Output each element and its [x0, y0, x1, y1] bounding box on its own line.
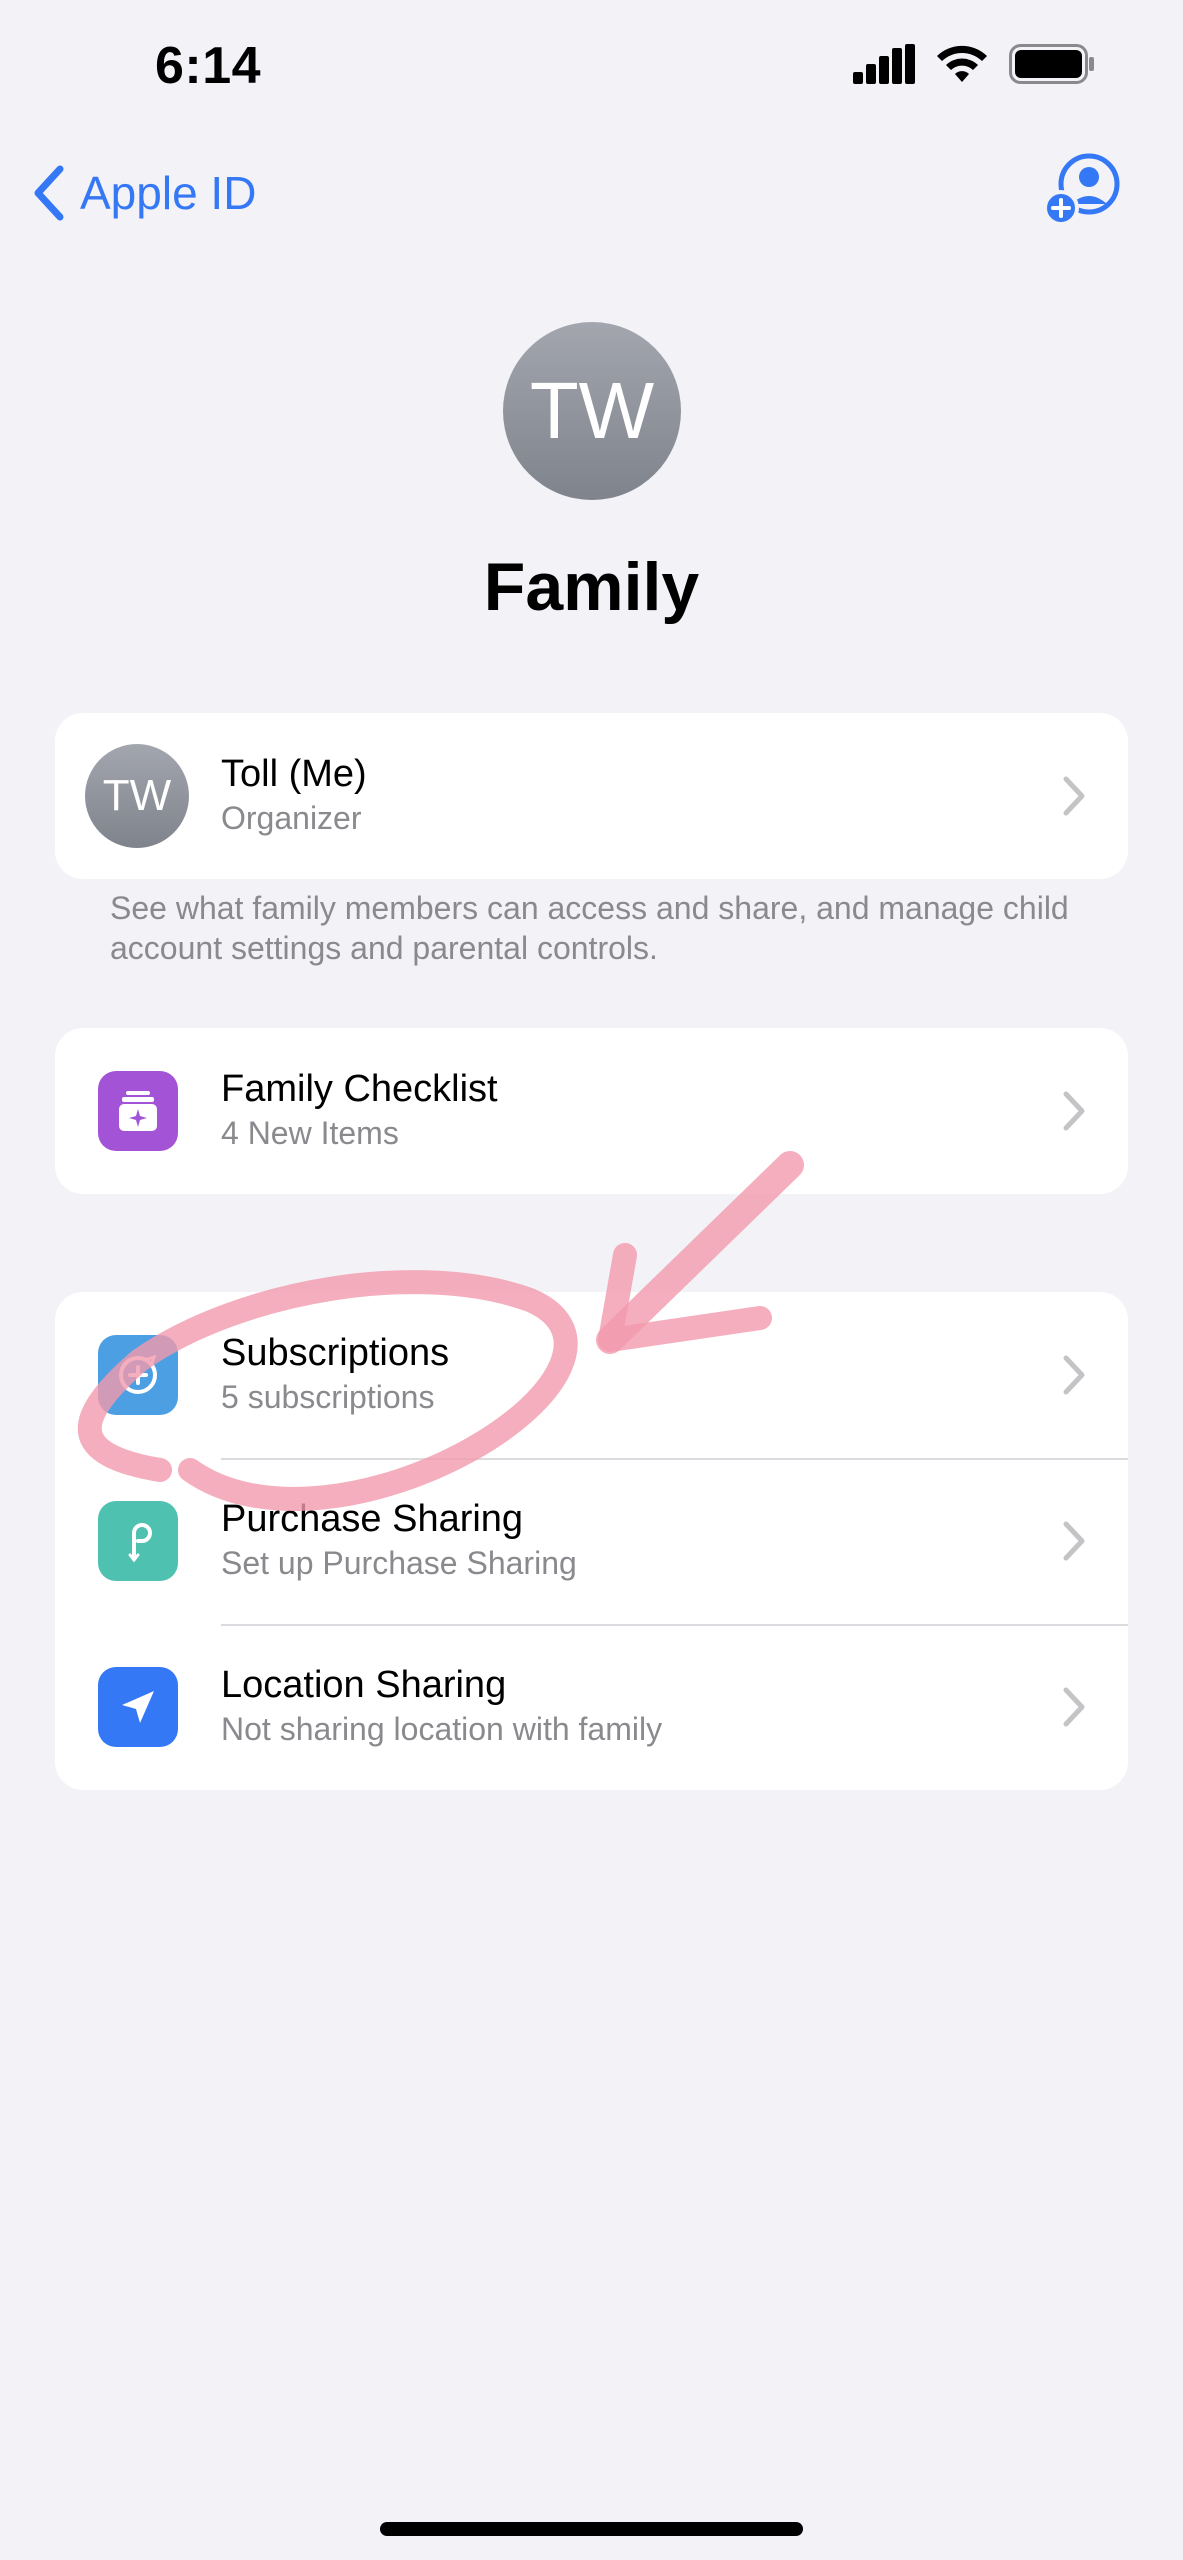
member-role: Organizer [221, 800, 362, 836]
member-row-toll[interactable]: TW Toll (Me) Organizer [55, 713, 1128, 879]
family-screen: 6:14 Apple ID TW Family TW Toll (Me) Org… [0, 0, 1183, 2560]
member-card: TW Toll (Me) Organizer [55, 713, 1128, 879]
member-name: Toll (Me) [221, 753, 367, 795]
wifi-icon [937, 45, 987, 82]
checklist-card: Family Checklist 4 New Items [55, 1028, 1128, 1194]
status-icons [853, 44, 1095, 84]
purchase-sharing-title: Purchase Sharing [221, 1498, 524, 1540]
chevron-right-icon [1063, 776, 1085, 816]
cellular-signal-icon [853, 44, 915, 84]
subscriptions-title: Subscriptions [221, 1332, 450, 1374]
family-avatar: TW [503, 322, 681, 500]
purchase-sharing-row[interactable]: Purchase Sharing Set up Purchase Sharing [55, 1458, 1128, 1624]
checklist-icon [98, 1071, 178, 1151]
member-footnote: See what family members can access and s… [110, 890, 1069, 966]
chevron-right-icon [1063, 1687, 1085, 1727]
subscriptions-row[interactable]: Subscriptions 5 subscriptions [55, 1292, 1128, 1458]
services-card: Subscriptions 5 subscriptions Purchase S… [55, 1292, 1128, 1790]
location-sharing-title: Location Sharing [221, 1664, 507, 1706]
checklist-subtitle: 4 New Items [221, 1115, 399, 1151]
subscriptions-icon [98, 1335, 178, 1415]
add-family-member-icon[interactable] [1043, 152, 1123, 232]
avatar: TW [85, 744, 189, 848]
location-arrow-icon [98, 1667, 178, 1747]
purchase-sharing-icon [98, 1501, 178, 1581]
chevron-right-icon [1063, 1355, 1085, 1395]
family-checklist-row[interactable]: Family Checklist 4 New Items [55, 1028, 1128, 1194]
battery-icon [1009, 44, 1094, 84]
checklist-title: Family Checklist [221, 1068, 498, 1110]
chevron-right-icon [1063, 1091, 1085, 1131]
page-title: Family [483, 549, 700, 625]
status-time: 6:14 [155, 37, 262, 95]
chevron-left-icon [34, 165, 64, 221]
home-indicator [380, 2522, 803, 2536]
back-button-label: Apple ID [80, 167, 257, 219]
location-sharing-subtitle: Not sharing location with family [221, 1711, 663, 1747]
chevron-right-icon [1063, 1521, 1085, 1561]
back-button[interactable]: Apple ID [32, 158, 256, 228]
location-sharing-row[interactable]: Location Sharing Not sharing location wi… [55, 1624, 1128, 1790]
subscriptions-subtitle: 5 subscriptions [221, 1379, 435, 1415]
purchase-sharing-subtitle: Set up Purchase Sharing [221, 1545, 577, 1581]
